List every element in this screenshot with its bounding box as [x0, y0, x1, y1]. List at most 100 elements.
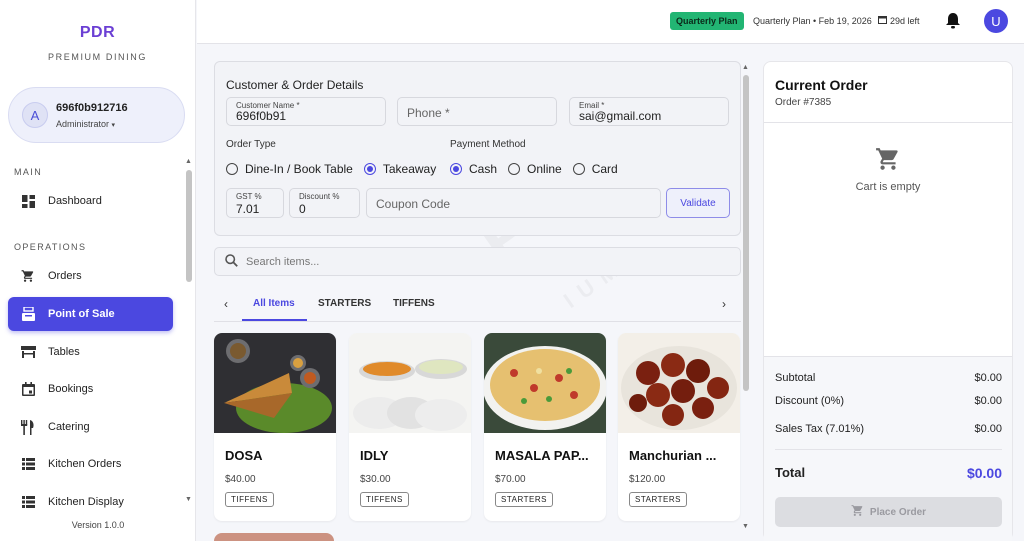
tab-tiffens[interactable]: TIFFENS — [393, 298, 435, 309]
chevron-right-icon[interactable]: › — [722, 297, 726, 311]
user-id: 696f0b912716 — [56, 101, 128, 114]
sidebar-scrollbar[interactable] — [186, 170, 192, 282]
search-input[interactable]: Search items... — [214, 247, 741, 276]
brand-logo: PDR — [79, 24, 116, 41]
sidebar-item-kitchen-orders[interactable]: Kitchen Orders — [8, 447, 173, 481]
order-type-label: Order Type — [226, 139, 276, 150]
sidebar: PDR PREMIUM DINING A 696f0b912716 Admini… — [0, 0, 196, 541]
sidebar-item-orders[interactable]: Orders — [8, 259, 173, 293]
active-tab-indicator — [242, 319, 307, 321]
app-version: Version 1.0.0 — [71, 520, 125, 530]
current-order-title: Current Order — [775, 77, 868, 93]
cart-icon — [20, 268, 36, 284]
radio-online[interactable] — [508, 163, 521, 175]
list-icon — [20, 494, 36, 510]
radio-takeaway-label[interactable]: Takeaway — [383, 162, 436, 176]
scroll-down-icon[interactable]: ▼ — [185, 496, 192, 503]
brand: PDR PREMIUM DINING — [0, 0, 195, 62]
section-operations: OPERATIONS — [14, 242, 87, 252]
subtotal-row: Subtotal $0.00 — [775, 372, 1002, 384]
product-card[interactable]: DOSA $40.00 TIFFENS — [214, 333, 336, 521]
order-type-options: Dine-In / Book Table Takeaway — [226, 162, 447, 176]
scroll-up-icon[interactable]: ▲ — [742, 64, 749, 71]
product-card[interactable] — [214, 533, 334, 541]
radio-card-label[interactable]: Card — [592, 162, 618, 176]
product-category: TIFFENS — [360, 492, 409, 507]
validate-button[interactable]: Validate — [666, 188, 730, 218]
discount-row: Discount (0%) $0.00 — [775, 395, 1002, 407]
scroll-up-icon[interactable]: ▲ — [185, 158, 192, 165]
search-icon — [225, 253, 238, 270]
tab-starters[interactable]: STARTERS — [318, 298, 371, 309]
product-card[interactable]: MASALA PAP... $70.00 STARTERS — [484, 333, 606, 521]
order-number: Order #7385 — [775, 97, 832, 108]
sidebar-item-label: Point of Sale — [48, 308, 115, 320]
radio-card[interactable] — [572, 163, 585, 175]
user-avatar: A — [22, 102, 48, 128]
product-name: MASALA PAP... — [495, 448, 589, 463]
current-order-panel: Current Order Order #7385 Cart is empty … — [763, 61, 1013, 541]
product-category: STARTERS — [495, 492, 553, 507]
sidebar-item-kitchen-display[interactable]: Kitchen Display — [8, 485, 173, 519]
empty-cart-message: Cart is empty — [855, 181, 921, 193]
radio-takeaway[interactable] — [363, 163, 376, 175]
subtotal-value: $0.00 — [974, 372, 1002, 384]
sidebar-item-point-of-sale[interactable]: Point of Sale — [8, 297, 173, 331]
manchurian-image — [618, 333, 740, 433]
tax-row: Sales Tax (7.01%) $0.00 — [775, 423, 1002, 435]
radio-cash[interactable] — [450, 163, 462, 175]
discount-value: $0.00 — [974, 395, 1002, 407]
tab-all-items[interactable]: All Items — [253, 298, 295, 309]
total-value: $0.00 — [966, 465, 1002, 481]
user-card[interactable]: A 696f0b912716 Administrator ▾ — [8, 87, 185, 143]
product-card[interactable]: Manchurian ... $120.00 STARTERS — [618, 333, 740, 521]
list-icon — [20, 456, 36, 472]
product-price: $30.00 — [360, 474, 391, 485]
order-details-title: Customer & Order Details — [226, 78, 364, 92]
sidebar-item-bookings[interactable]: Bookings — [8, 372, 173, 406]
cart-icon — [875, 148, 901, 175]
masala-papad-image — [484, 333, 606, 433]
radio-dine-in[interactable] — [226, 163, 238, 175]
sidebar-item-dashboard[interactable]: Dashboard — [8, 184, 173, 218]
product-category: TIFFENS — [225, 492, 274, 507]
scroll-down-icon[interactable]: ▼ — [742, 523, 749, 530]
discount-field[interactable]: Discount % 0 — [289, 188, 360, 218]
coupon-code-input[interactable]: Coupon Code — [366, 188, 661, 218]
sidebar-item-label: Kitchen Display — [48, 496, 124, 508]
order-summary: Subtotal $0.00 Discount (0%) $0.00 Sales… — [764, 356, 1012, 541]
sidebar-item-tables[interactable]: Tables — [8, 335, 173, 369]
customer-name-field[interactable]: Customer Name * 696f0b91 — [226, 97, 386, 126]
notification-bell-icon[interactable] — [946, 13, 960, 32]
product-price: $120.00 — [629, 474, 666, 485]
utensils-icon — [20, 419, 36, 435]
divider — [764, 122, 1012, 123]
radio-online-label[interactable]: Online — [527, 162, 562, 176]
gst-field[interactable]: GST % 7.01 — [226, 188, 284, 218]
product-card[interactable]: IDLY $30.00 TIFFENS — [349, 333, 471, 521]
sidebar-item-label: Catering — [48, 421, 90, 433]
chevron-left-icon[interactable]: ‹ — [224, 297, 228, 311]
email-field[interactable]: Email * sai@gmail.com — [569, 97, 729, 126]
top-bar: Quarterly Plan Quarterly Plan • Feb 19, … — [197, 0, 1024, 44]
product-price: $40.00 — [225, 474, 256, 485]
phone-field[interactable]: Phone * — [397, 97, 557, 126]
sidebar-item-label: Bookings — [48, 383, 94, 395]
total-row: Total $0.00 — [775, 465, 1002, 481]
sidebar-item-label: Tables — [48, 346, 80, 358]
idly-image — [349, 333, 471, 433]
sidebar-item-label: Kitchen Orders — [48, 458, 122, 470]
tax-value: $0.00 — [974, 423, 1002, 435]
main-scrollbar[interactable] — [743, 75, 749, 391]
sidebar-item-catering[interactable]: Catering — [8, 410, 173, 444]
user-role[interactable]: Administrator ▾ — [56, 119, 128, 129]
radio-cash-label[interactable]: Cash — [469, 162, 497, 176]
product-category: STARTERS — [629, 492, 687, 507]
category-tabs: ‹ All Items STARTERS TIFFENS › — [214, 288, 741, 322]
user-avatar-button[interactable]: U — [984, 9, 1008, 33]
radio-dine-in-label[interactable]: Dine-In / Book Table — [245, 162, 353, 176]
days-left: 29d left — [878, 15, 920, 26]
place-order-button[interactable]: Place Order — [775, 497, 1002, 527]
dashboard-icon — [20, 193, 36, 209]
calendar-icon — [20, 381, 36, 397]
